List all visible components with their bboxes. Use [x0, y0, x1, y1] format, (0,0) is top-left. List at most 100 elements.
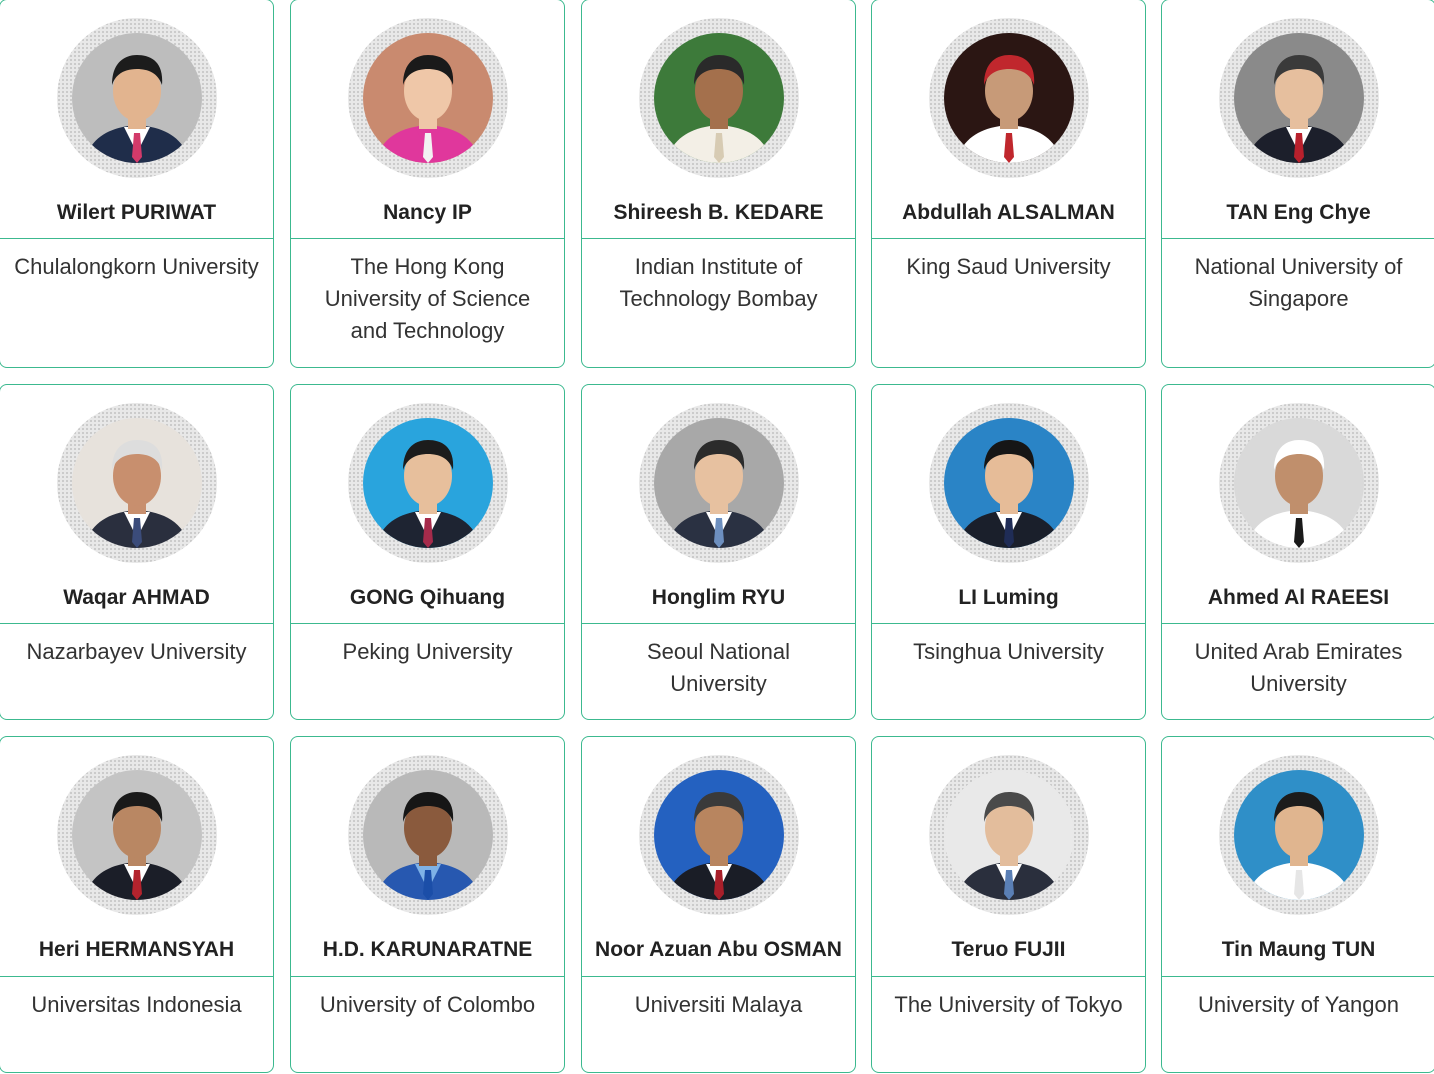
person-photo-icon	[362, 770, 493, 900]
photo-frame	[928, 403, 1089, 563]
person-photo-icon	[943, 33, 1074, 163]
person-affiliation: National University of Singapore	[1194, 254, 1403, 311]
person-affiliation: Universitas Indonesia	[31, 992, 242, 1017]
person-name: Heri HERMANSYAH	[38, 938, 235, 961]
person-photo-icon	[1233, 770, 1364, 900]
photo-frame	[638, 403, 799, 563]
person-card[interactable]: Nancy IP The Hong Kong University of Scie…	[290, 0, 565, 368]
person-affiliation: Tsinghua University	[913, 639, 1104, 664]
person-name: TAN Eng Chye	[1226, 201, 1371, 224]
person-photo-icon	[943, 418, 1074, 548]
person-photo	[653, 770, 784, 900]
photo-frame	[56, 755, 217, 915]
card-divider	[1162, 623, 1434, 624]
photo-frame	[1218, 18, 1379, 178]
person-photo-icon	[362, 33, 493, 163]
person-photo-icon	[71, 770, 202, 900]
card-divider	[291, 623, 564, 624]
person-photo	[362, 770, 493, 900]
person-card[interactable]: Ahmed Al RAEESI United Arab Emirates Univ…	[1161, 384, 1434, 720]
card-divider	[872, 623, 1145, 624]
person-name: Teruo FUJII	[951, 938, 1066, 961]
person-photo	[71, 770, 202, 900]
person-affiliation: University of Colombo	[319, 992, 536, 1017]
person-name: Waqar AHMAD	[63, 586, 210, 609]
card-divider	[582, 976, 855, 977]
person-name: LI Luming	[958, 586, 1059, 609]
person-card[interactable]: GONG Qihuang Peking University	[290, 384, 565, 720]
photo-frame	[638, 18, 799, 178]
card-divider	[291, 238, 564, 239]
person-affiliation: Peking University	[342, 639, 513, 664]
card-divider	[872, 976, 1145, 977]
person-card[interactable]: Heri HERMANSYAH Universitas Indonesia	[0, 736, 274, 1073]
person-name: H.D. KARUNARATNE	[322, 938, 533, 961]
person-card[interactable]: H.D. KARUNARATNE University of Colombo	[290, 736, 565, 1073]
person-photo-icon	[1233, 33, 1364, 163]
person-card[interactable]: TAN Eng Chye National University of Singa…	[1161, 0, 1434, 368]
person-affiliation: Seoul National University	[646, 639, 791, 696]
person-card[interactable]: Waqar AHMAD Nazarbayev University	[0, 384, 274, 720]
photo-frame	[928, 755, 1089, 915]
person-photo-icon	[943, 770, 1074, 900]
person-photo-icon	[71, 418, 202, 548]
person-photo	[943, 418, 1074, 548]
card-divider	[291, 976, 564, 977]
photo-frame	[1218, 403, 1379, 563]
person-affiliation: Nazarbayev University	[26, 639, 247, 664]
person-name: Honglim RYU	[651, 586, 786, 609]
person-name: Wilert PURIWAT	[56, 201, 217, 224]
person-card[interactable]: Abdullah ALSALMAN King Saud University	[871, 0, 1146, 368]
person-photo	[71, 418, 202, 548]
person-name: GONG Qihuang	[349, 586, 506, 609]
photo-frame	[56, 18, 217, 178]
person-affiliation: University of Yangon	[1198, 992, 1399, 1017]
person-photo	[362, 33, 493, 163]
photo-frame	[347, 18, 508, 178]
person-photo	[943, 33, 1074, 163]
person-photo	[943, 770, 1074, 900]
person-name: Tin Maung TUN	[1221, 938, 1376, 961]
person-affiliation: The University of Tokyo	[894, 992, 1123, 1017]
person-card[interactable]: Wilert PURIWAT Chulalongkorn University	[0, 0, 274, 368]
person-photo	[362, 418, 493, 548]
person-photo-icon	[653, 770, 784, 900]
person-photo	[1233, 33, 1364, 163]
person-card[interactable]: Teruo FUJII The University of Tokyo	[871, 736, 1146, 1073]
person-name: Ahmed Al RAEESI	[1207, 586, 1390, 609]
person-card[interactable]: Honglim RYU Seoul National University	[581, 384, 856, 720]
person-photo	[653, 418, 784, 548]
photo-frame	[928, 18, 1089, 178]
person-affiliation: Indian Institute of Technology Bombay	[619, 254, 818, 311]
card-divider	[582, 238, 855, 239]
card-divider	[1162, 238, 1434, 239]
person-photo	[71, 33, 202, 163]
person-card[interactable]: LI Luming Tsinghua University	[871, 384, 1146, 720]
photo-frame	[1218, 755, 1379, 915]
card-divider	[0, 238, 273, 239]
photo-frame	[347, 755, 508, 915]
photo-frame	[638, 755, 799, 915]
card-divider	[1162, 976, 1434, 977]
person-card[interactable]: Noor Azuan Abu OSMAN Universiti Malaya	[581, 736, 856, 1073]
person-affiliation: Universiti Malaya	[634, 992, 803, 1017]
person-card[interactable]: Tin Maung TUN University of Yangon	[1161, 736, 1434, 1073]
person-name: Nancy IP	[383, 201, 472, 224]
person-photo-icon	[71, 33, 202, 163]
person-photo-icon	[362, 418, 493, 548]
person-name: Abdullah ALSALMAN	[902, 201, 1115, 224]
person-affiliation: King Saud University	[906, 254, 1111, 279]
person-photo-icon	[1233, 418, 1364, 548]
person-photo	[653, 33, 784, 163]
card-divider	[0, 976, 273, 977]
person-name: Noor Azuan Abu OSMAN	[595, 938, 842, 961]
person-photo	[1233, 418, 1364, 548]
person-card[interactable]: Shireesh B. KEDARE Indian Institute of Te…	[581, 0, 856, 368]
photo-frame	[347, 403, 508, 563]
card-divider	[0, 623, 273, 624]
card-divider	[582, 623, 855, 624]
card-divider	[872, 238, 1145, 239]
person-photo-icon	[653, 418, 784, 548]
person-affiliation: Chulalongkorn University	[14, 254, 259, 279]
person-name: Shireesh B. KEDARE	[613, 201, 824, 224]
